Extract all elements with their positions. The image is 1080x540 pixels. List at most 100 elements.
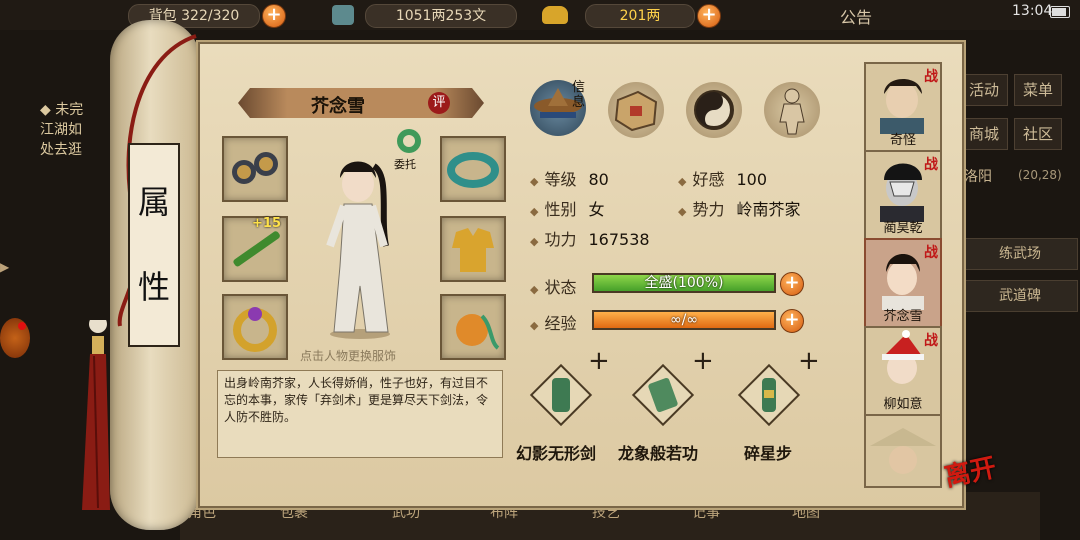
money-display: 1051两253文: [365, 4, 517, 28]
quest-line: 江湖如: [40, 122, 82, 138]
notification-dot: [18, 322, 26, 330]
equip-slot-ring[interactable]: [222, 294, 288, 360]
status-bar-text: 全盛(100%): [644, 275, 724, 291]
ring-icon: [233, 307, 277, 352]
diamond-icon: ◆: [530, 319, 539, 332]
party-member-card-selected[interactable]: 战 芥念雪: [864, 238, 942, 328]
skill-add-button[interactable]: +: [692, 346, 714, 376]
party-member-name: 柳如意: [883, 397, 923, 412]
stat-value: 女: [588, 200, 605, 219]
skill-add-button[interactable]: +: [798, 346, 820, 376]
ingot-display: 201两: [585, 4, 695, 28]
party-member-card[interactable]: 战 蔺昊乾: [864, 150, 942, 240]
battle-tag: 战: [924, 69, 938, 85]
avatar: [870, 428, 936, 474]
quest-tracker[interactable]: ◆ 未完 江湖如 处去逛: [40, 100, 83, 160]
diamond-icon: ◆: [530, 175, 539, 188]
side-item-training[interactable]: 练武场: [962, 238, 1078, 270]
scroll-book-icon: [631, 363, 695, 427]
equip-slot-weapon[interactable]: +15: [222, 216, 288, 282]
bag-add-button[interactable]: +: [262, 4, 286, 28]
equip-slot-armor[interactable]: [440, 216, 506, 282]
scroll-book-icon: [529, 363, 593, 427]
equip-slot-charm[interactable]: [440, 294, 506, 360]
exp-bar-text: ∞/∞: [669, 312, 699, 328]
party-member-name: 蔺昊乾: [883, 221, 923, 236]
tab-char: 性: [137, 268, 170, 307]
stat-label: 势力: [692, 200, 725, 219]
stat-label: 功力: [544, 230, 577, 249]
party-member-name: 奇怪: [889, 133, 916, 148]
stat-faction: ◆ 势力 岭南芥家: [678, 196, 801, 220]
battle-tag: 战: [924, 333, 938, 349]
stat-label: 等级: [544, 170, 577, 189]
ingot-add-button[interactable]: +: [697, 4, 721, 28]
character-name: 芥念雪: [311, 96, 365, 117]
diamond-icon: ◆: [530, 235, 539, 248]
binoculars-icon: [232, 152, 278, 184]
stat-label: 经验: [544, 314, 577, 333]
map-icon: [614, 90, 658, 132]
expand-arrow-icon[interactable]: ▶: [0, 260, 14, 284]
equip-slot-accessory[interactable]: [222, 136, 288, 202]
robe-icon: [452, 228, 494, 272]
tab-body[interactable]: [764, 82, 820, 138]
bag-count: 322/320: [181, 8, 240, 24]
diamond-icon: ◆: [530, 283, 539, 296]
menu-main[interactable]: 菜单: [1014, 74, 1062, 106]
menu-community[interactable]: 社区: [1014, 118, 1062, 150]
skill-name: 碎星步: [744, 444, 793, 463]
skill-name: 幻影无形剑: [516, 444, 597, 463]
status-add-button[interactable]: +: [780, 272, 804, 296]
skill-add-button[interactable]: +: [588, 346, 610, 376]
party-member-card[interactable]: 战 柳如意: [864, 326, 942, 416]
stat-label: 性别: [544, 200, 577, 219]
tab-attributes[interactable]: 属 性: [128, 143, 180, 347]
weapon-enhance-level: +15: [252, 216, 281, 231]
coin-icon: [332, 5, 354, 25]
exp-label-row: ◆ 经验: [530, 310, 576, 334]
stat-favor: ◆ 好感 100: [678, 166, 767, 190]
tab-map[interactable]: [608, 82, 664, 138]
description-text: 出身岭南芥家，人长得娇俏，性子也好，有过目不忘的本事，家传「弃剑术」更是算尽天下…: [224, 376, 489, 424]
stat-label: 状态: [544, 278, 577, 297]
party-member-card[interactable]: [864, 414, 942, 488]
character-portrait[interactable]: [310, 156, 410, 341]
party-member-card[interactable]: 战 奇怪: [864, 62, 942, 152]
location-coords: (20,28): [1018, 168, 1062, 182]
side-item-stele[interactable]: 武道碑: [962, 280, 1078, 312]
exp-add-button[interactable]: +: [780, 309, 804, 333]
tassel-decoration: [82, 320, 110, 510]
quest-line: 处去逛: [40, 142, 82, 158]
status-label-row: ◆ 状态: [530, 274, 576, 298]
battle-tag: 战: [924, 245, 938, 261]
party-member-name: 芥念雪: [883, 309, 923, 324]
headband-icon: [447, 152, 499, 188]
rate-badge[interactable]: 评: [428, 92, 450, 114]
skill-name: 龙象般若功: [618, 444, 699, 463]
menu-activity[interactable]: 活动: [960, 74, 1008, 106]
menu-shop[interactable]: 商城: [960, 118, 1008, 150]
quest-title: ◆ 未完: [40, 102, 84, 118]
ingot-icon: [542, 6, 568, 24]
body-icon: [779, 88, 805, 135]
tab-info-label: 信息: [572, 80, 586, 110]
equip-slot-head[interactable]: [440, 136, 506, 202]
stat-value: 80: [588, 170, 609, 189]
skill-slot-3[interactable]: [734, 360, 804, 430]
skill-slot-1[interactable]: [526, 360, 596, 430]
tab-taiji[interactable]: [686, 82, 742, 138]
announcement-button[interactable]: 公告: [840, 4, 872, 28]
tab-char: 属: [137, 183, 170, 221]
diamond-icon: ◆: [530, 205, 539, 218]
stat-value: 岭南芥家: [736, 200, 801, 219]
skill-slot-2[interactable]: [628, 360, 698, 430]
stat-level: ◆ 等级 80: [530, 166, 609, 190]
battery-icon: [1050, 6, 1070, 18]
location-name: 洛阳: [964, 169, 992, 185]
status-bar: 全盛(100%): [592, 273, 776, 293]
change-outfit-hint: 点击人物更换服饰: [300, 349, 397, 363]
stat-power: ◆ 功力 167538: [530, 226, 650, 250]
diamond-icon: ◆: [678, 175, 687, 188]
stat-value: 100: [736, 170, 768, 189]
